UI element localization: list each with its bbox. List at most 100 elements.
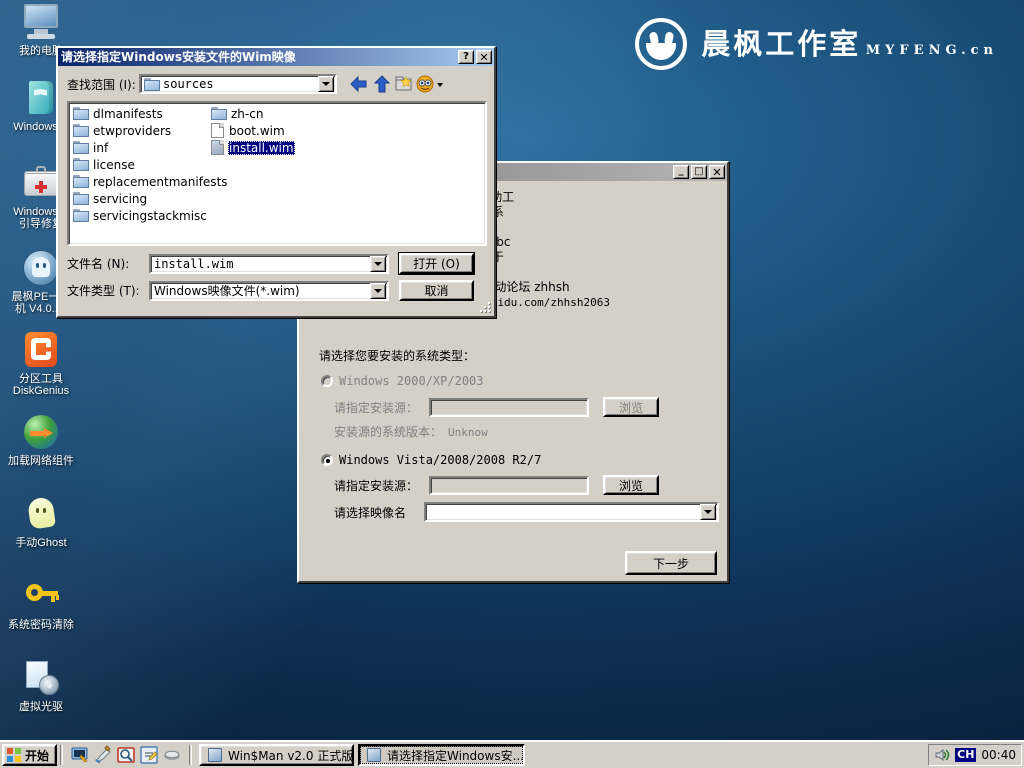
eraser-icon[interactable] — [162, 745, 182, 765]
radio-option-xp-label: Windows 2000/XP/2003 — [339, 374, 484, 388]
desktop-icon-clear-password[interactable]: 系统密码清除 — [0, 576, 82, 631]
lookin-combo[interactable]: sources — [139, 74, 337, 94]
taskbar-divider — [189, 745, 192, 765]
list-item-label: servicing — [92, 192, 148, 206]
radio-option-vista-label: Windows Vista/2008/2008 R2/7 — [339, 453, 541, 467]
radio-button-vista[interactable] — [321, 454, 333, 466]
list-item-label: replacementmanifests — [92, 175, 229, 189]
desktop[interactable]: 晨枫工作室 MYFENG.cn 我的电脑 Windows安 Windows启 引… — [0, 0, 1024, 768]
image-name-combo[interactable] — [424, 502, 719, 522]
views-icon[interactable] — [415, 74, 443, 94]
next-button[interactable]: 下一步 — [625, 551, 717, 575]
desktop-icon-diskgenius[interactable]: 分区工具 DiskGenius — [0, 330, 82, 397]
start-button[interactable]: 开始 — [2, 744, 57, 766]
clock[interactable]: 00:40 — [981, 748, 1016, 762]
new-folder-icon[interactable] — [393, 74, 415, 94]
list-item-label: servicingstackmisc — [92, 209, 208, 223]
file-list-view[interactable]: dlmanifests etwproviders inf license — [67, 101, 487, 246]
section-title: 请选择您要安装的系统类型： — [319, 347, 475, 364]
app-icon — [207, 747, 223, 763]
list-item-label: install.wim — [228, 141, 295, 155]
desktop-icon-manual-ghost[interactable]: 手动Ghost — [0, 494, 82, 549]
radio-option-xp[interactable]: Windows 2000/XP/2003 — [321, 374, 484, 388]
system-tray[interactable]: CH 00:40 — [928, 744, 1022, 766]
list-item-label: zh-cn — [230, 107, 264, 121]
list-item[interactable]: servicing — [71, 190, 266, 207]
open-button[interactable]: 打开 (O) — [399, 253, 474, 274]
smiley-logo-icon — [635, 18, 687, 70]
chevron-down-icon[interactable] — [318, 76, 334, 92]
volume-icon[interactable] — [934, 747, 950, 763]
filename-label: 文件名 (N): — [67, 255, 149, 272]
logo-text-en: MYFENG.cn — [866, 43, 998, 58]
folder-icon — [73, 107, 89, 120]
maximize-button[interactable]: □ — [691, 165, 707, 179]
ghost-icon — [21, 494, 61, 534]
folder-icon — [211, 107, 227, 120]
taskbar[interactable]: 开始 — [0, 740, 1024, 768]
chevron-down-icon[interactable] — [370, 283, 386, 299]
start-button-label: 开始 — [25, 747, 49, 764]
file-list-column-2: zh-cn boot.wim install.wim — [209, 105, 409, 156]
list-item[interactable]: boot.wim — [209, 122, 409, 139]
resize-gripper[interactable] — [480, 302, 492, 314]
monitor-icon — [21, 2, 61, 42]
filename-input[interactable]: install.wim — [149, 254, 389, 274]
file-dialog-title: 请选择指定Windows安装文件的Wim映像 — [61, 50, 456, 64]
disc-page-icon — [21, 658, 61, 698]
globe-arrow-icon — [21, 412, 61, 452]
windows-flag-icon — [7, 748, 21, 762]
desktop-icon-virtual-cdrom[interactable]: 虚拟光驱 — [0, 658, 82, 713]
filetype-value: Windows映像文件(*.wim) — [154, 282, 370, 299]
filetype-label: 文件类型 (T): — [67, 282, 149, 299]
close-button[interactable]: ✕ — [709, 165, 725, 179]
up-one-level-icon[interactable] — [371, 74, 393, 94]
minimize-button[interactable]: _ — [673, 165, 689, 179]
list-item[interactable]: servicingstackmisc — [71, 207, 266, 224]
notepad-icon[interactable] — [139, 745, 159, 765]
file-icon — [211, 123, 224, 138]
chevron-down-icon[interactable] — [700, 504, 716, 520]
task-button-winsman[interactable]: Win$Man v2.0 正式版 — [199, 744, 354, 766]
vista-browse-button[interactable]: 浏览 — [603, 475, 659, 495]
vista-source-input[interactable] — [429, 476, 589, 495]
folder-icon — [73, 158, 89, 171]
xp-browse-button[interactable]: 浏览 — [603, 397, 659, 417]
first-aid-kit-icon — [21, 163, 61, 203]
search-icon[interactable] — [116, 745, 136, 765]
filetype-combo[interactable]: Windows映像文件(*.wim) — [149, 281, 389, 301]
filename-value: install.wim — [154, 257, 370, 271]
key-icon — [21, 576, 61, 616]
paint-brush-icon[interactable] — [93, 745, 113, 765]
quick-launch-bar[interactable] — [66, 745, 186, 765]
chevron-down-icon[interactable] — [370, 256, 386, 272]
back-icon[interactable] — [349, 74, 371, 94]
xp-source-label: 请指定安装源： — [334, 399, 429, 416]
list-item[interactable]: license — [71, 156, 266, 173]
close-button[interactable]: ✕ — [476, 50, 492, 64]
task-button-file-dialog[interactable]: 请选择指定Windows安... — [358, 744, 525, 766]
folder-icon — [73, 192, 89, 205]
taskbar-divider — [60, 745, 63, 765]
logo-text-cn: 晨枫工作室 — [701, 27, 861, 61]
list-item-label: etwproviders — [92, 124, 172, 138]
xp-source-input[interactable] — [429, 398, 589, 417]
list-item-label: dlmanifests — [92, 107, 164, 121]
cancel-button[interactable]: 取消 — [399, 280, 474, 301]
folder-icon — [73, 124, 89, 137]
file-dialog-titlebar[interactable]: 请选择指定Windows安装文件的Wim映像 ? ✕ — [58, 48, 494, 66]
ime-indicator[interactable]: CH — [955, 748, 976, 762]
radio-option-vista[interactable]: Windows Vista/2008/2008 R2/7 — [321, 453, 541, 467]
list-item-label: license — [92, 158, 136, 172]
file-open-dialog[interactable]: 请选择指定Windows安装文件的Wim映像 ? ✕ 查找范围 (I): sou… — [56, 46, 496, 318]
list-item[interactable]: replacementmanifests — [71, 173, 266, 190]
help-button[interactable]: ? — [458, 50, 474, 64]
desktop-icon-label: 分区工具 DiskGenius — [0, 373, 82, 397]
list-item[interactable]: zh-cn — [209, 105, 409, 122]
display-settings-icon[interactable] — [70, 745, 90, 765]
list-item[interactable]: install.wim — [209, 139, 409, 156]
radio-button-xp[interactable] — [321, 375, 333, 387]
desktop-icon-load-network[interactable]: 加载网络组件 — [0, 412, 82, 467]
pe-ghost-disc-icon — [21, 248, 61, 288]
windows-install-icon — [21, 78, 61, 118]
